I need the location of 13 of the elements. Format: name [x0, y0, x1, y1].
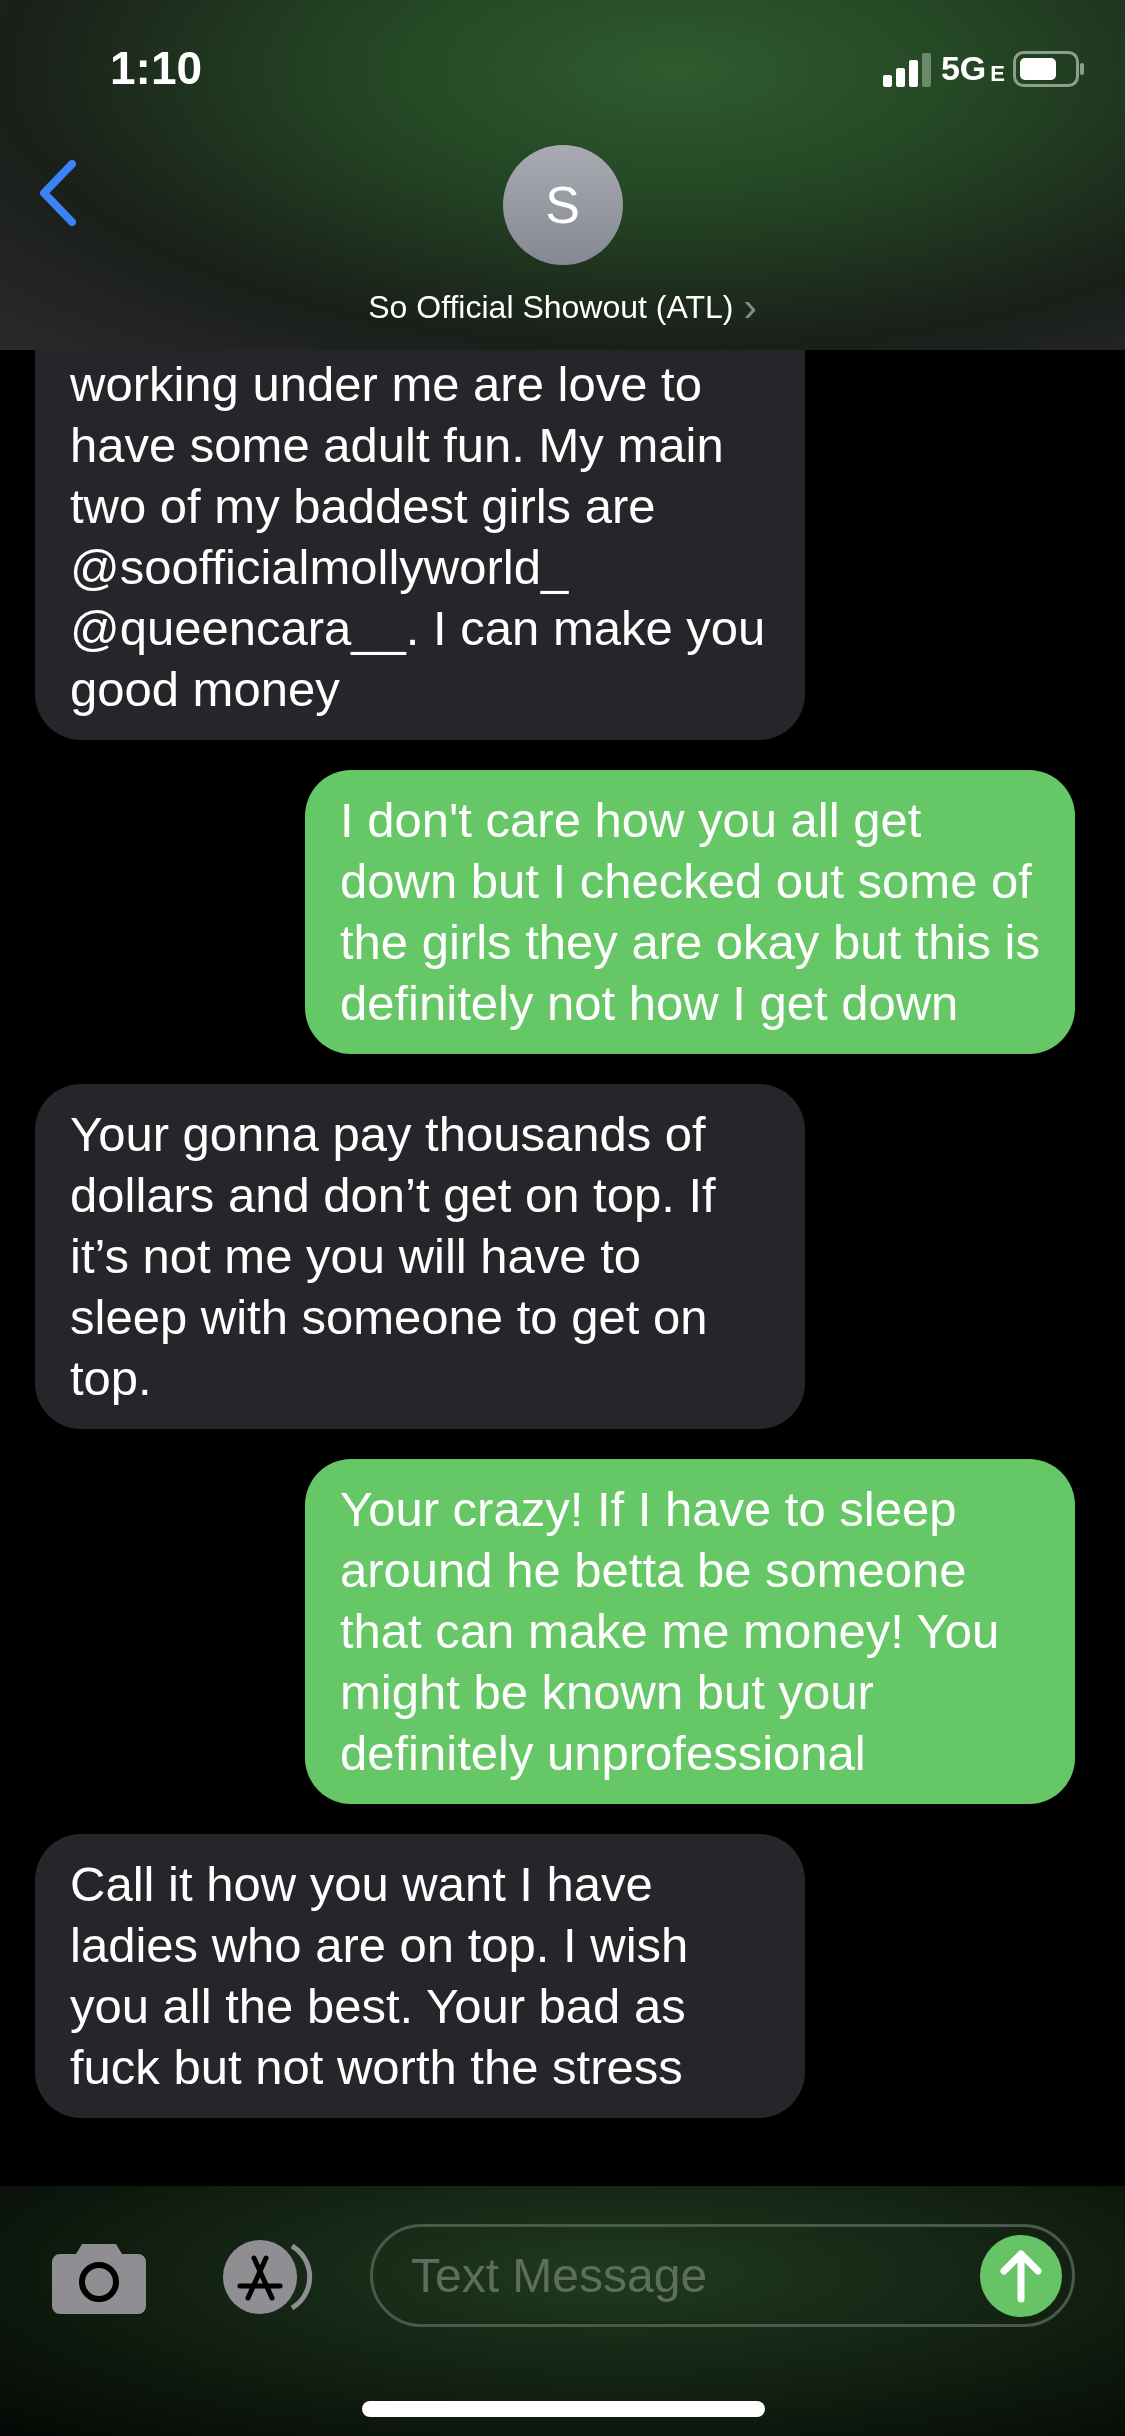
network-suffix: E — [990, 60, 1005, 88]
status-time: 1:10 — [110, 41, 203, 96]
message-bubble: Your gonna pay thousands of dollars and don’t get on top. If it’s not me you will have to sleep with someone to get on top. — [35, 1084, 805, 1429]
message-field[interactable]: Text Message — [370, 2224, 1075, 2327]
message-bubble: I don't care how you all get down but I checked out some of the girls they are okay but this is definitely not how I get down — [305, 770, 1075, 1054]
chevron-icon[interactable]: › — [743, 287, 757, 327]
network-label: 5G — [940, 48, 987, 89]
message-bubble: working under me are love to have some adult fun. My main two of my baddest girls are @soofficialmollyworld_ @queencara__. I can make you good money — [35, 350, 805, 740]
message-input[interactable]: Text Message — [411, 2239, 980, 2312]
message-bubble: Call it how you want I have ladies who are on top. I wish you all the best. Your bad as fuck but not worth the stress — [35, 1834, 805, 2118]
contact-name[interactable]: So Official Showout (ATL) — [368, 283, 734, 331]
contact-avatar[interactable]: S — [502, 145, 623, 265]
message-bubble: Your crazy! If I have to sleep around he betta be someone that can make me money! You might be known but your definitely unprofessional — [305, 1459, 1075, 1804]
